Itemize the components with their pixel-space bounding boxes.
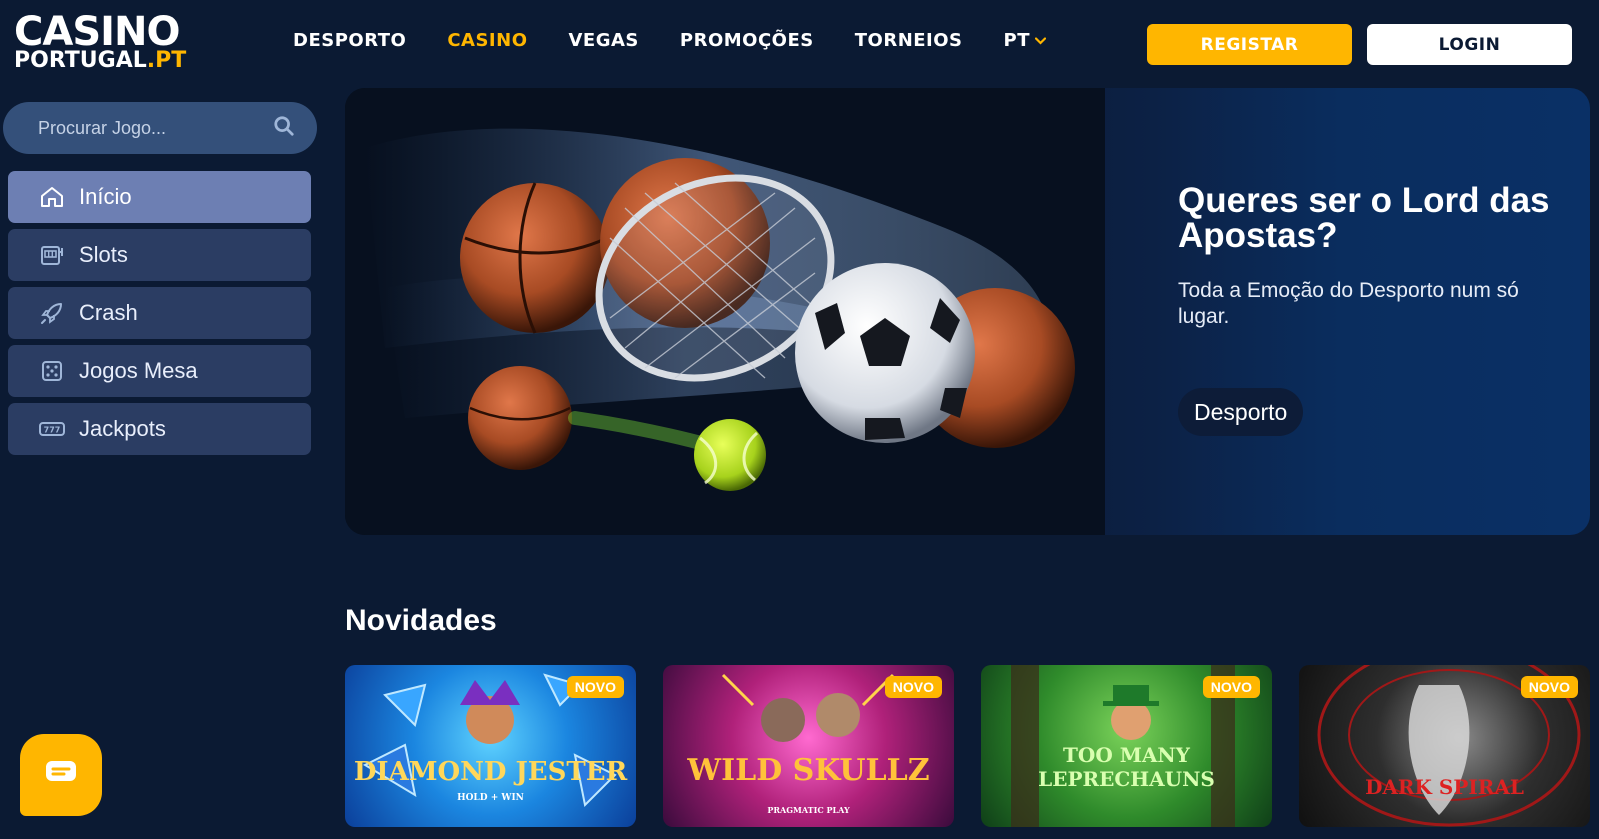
sidebar-item-jackpots[interactable]: 777 Jackpots <box>8 403 311 455</box>
rocket-icon <box>38 299 66 327</box>
search-icon[interactable] <box>273 115 295 142</box>
nav-promocoes[interactable]: PROMOÇÕES <box>680 30 814 51</box>
home-icon <box>38 183 66 211</box>
slot-machine-icon <box>38 241 66 269</box>
chat-icon <box>44 759 78 792</box>
novo-badge: NOVO <box>884 676 942 698</box>
login-button[interactable]: LOGIN <box>1367 24 1572 65</box>
sidebar-item-slots[interactable]: Slots <box>8 229 311 281</box>
jackpot-icon: 777 <box>38 415 66 443</box>
site-header: CASINO PORTUGAL.PT DESPORTO CASINO VEGAS… <box>0 0 1599 86</box>
novo-badge: NOVO <box>566 676 624 698</box>
sidebar-item-label: Jackpots <box>79 416 166 441</box>
register-button[interactable]: REGISTAR <box>1147 24 1352 65</box>
logo-name: PORTUGAL <box>14 48 147 73</box>
game-title: WILD SKULLZ <box>687 753 930 788</box>
nav-desporto[interactable]: DESPORTO <box>293 30 406 51</box>
chat-button[interactable] <box>20 734 102 816</box>
novo-badge: NOVO <box>1520 676 1578 698</box>
game-card-dark-spiral[interactable]: DARK SPIRAL NOVO <box>1299 665 1590 827</box>
logo-line1: CASINO <box>14 9 180 55</box>
dice-icon <box>38 357 66 385</box>
nav-torneios[interactable]: TORNEIOS <box>855 30 963 51</box>
sports-balls-image <box>345 88 1105 535</box>
game-card-diamond-jester[interactable]: DIAMOND JESTER HOLD + WIN NOVO <box>345 665 636 827</box>
logo-tld: .PT <box>146 48 187 73</box>
hero-desporto-button[interactable]: Desporto <box>1178 388 1304 436</box>
hero-title: Queres ser o Lord das Apostas? <box>1178 181 1550 255</box>
nav-casino[interactable]: CASINO <box>447 30 527 51</box>
chevron-down-icon <box>1034 34 1047 49</box>
game-title: DIAMOND JESTER <box>353 757 628 787</box>
game-card-wild-skullz[interactable]: WILD SKULLZ PRAGMATIC PLAY NOVO <box>663 665 954 827</box>
sidebar-item-crash[interactable]: Crash <box>8 287 311 339</box>
game-tagline: PRAGMATIC PLAY <box>767 805 850 815</box>
search-input[interactable]: Procurar Jogo... <box>3 102 317 154</box>
game-tagline: HOLD + WIN <box>457 793 524 803</box>
language-selector[interactable]: PT <box>1003 30 1047 51</box>
logo-line2: PORTUGAL.PT <box>14 50 186 72</box>
sidebar-item-jogos-mesa[interactable]: Jogos Mesa <box>8 345 311 397</box>
game-title: TOO MANY LEPRECHAUNS <box>1038 743 1215 791</box>
sidebar-item-inicio[interactable]: Início <box>8 171 311 223</box>
novidades-title: Novidades <box>345 604 497 637</box>
sidebar-item-label: Início <box>79 184 132 209</box>
sidebar-item-label: Crash <box>79 300 138 325</box>
site-logo[interactable]: CASINO PORTUGAL.PT <box>14 12 186 72</box>
svg-text:777: 777 <box>44 426 61 435</box>
game-card-too-many-leprechauns[interactable]: TOO MANY LEPRECHAUNS NOVO <box>981 665 1272 827</box>
sidebar-item-label: Jogos Mesa <box>79 358 198 383</box>
language-label: PT <box>1003 30 1030 51</box>
novo-badge: NOVO <box>1202 676 1260 698</box>
search-placeholder: Procurar Jogo... <box>38 117 167 138</box>
game-title: DARK SPIRAL <box>1365 775 1524 799</box>
nav-vegas[interactable]: VEGAS <box>569 30 639 51</box>
sidebar-item-label: Slots <box>79 242 128 267</box>
hero-banner[interactable]: Queres ser o Lord das Apostas? Toda a Em… <box>345 88 1590 535</box>
hero-subtitle: Toda a Emoção do Desporto num só lugar. <box>1178 279 1519 328</box>
main-nav: DESPORTO CASINO VEGAS PROMOÇÕES TORNEIOS… <box>293 30 1087 51</box>
